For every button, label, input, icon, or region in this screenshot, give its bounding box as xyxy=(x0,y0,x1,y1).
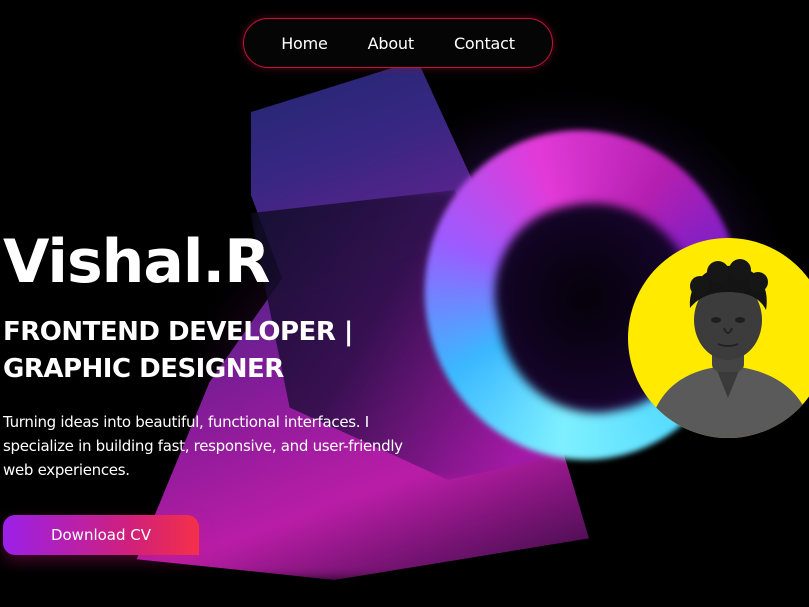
hero-description: Turning ideas into beautiful, functional… xyxy=(3,413,403,479)
hero-section: Vishal.R FRONTEND DEVELOPER | GRAPHIC DE… xyxy=(3,222,403,482)
top-nav: Home About Contact xyxy=(243,18,553,68)
nav-link-about[interactable]: About xyxy=(368,34,415,53)
nav-link-contact[interactable]: Contact xyxy=(454,34,515,53)
hero-role: FRONTEND DEVELOPER | GRAPHIC DESIGNER xyxy=(3,317,353,384)
download-cv-button[interactable]: Download CV xyxy=(3,515,199,555)
nav-link-home[interactable]: Home xyxy=(281,34,328,53)
hero-name: Vishal.R xyxy=(3,227,270,297)
